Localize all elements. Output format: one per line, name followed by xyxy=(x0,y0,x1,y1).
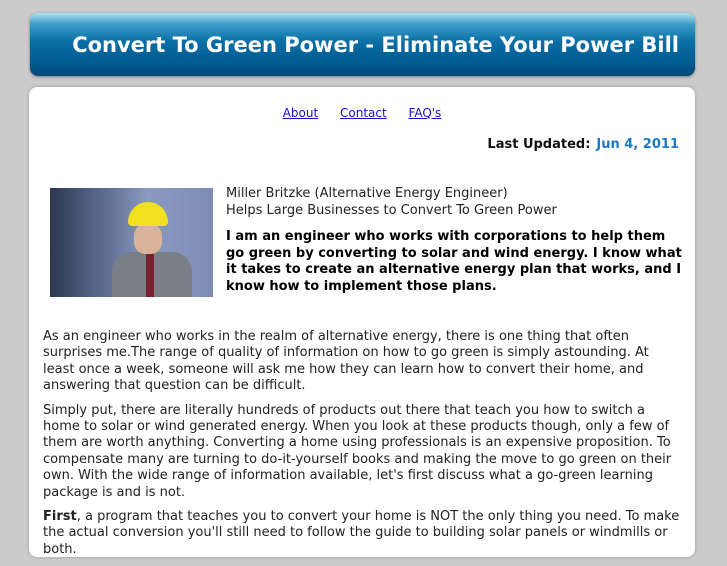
site-header: Convert To Green Power - Eliminate Your … xyxy=(30,13,695,76)
article-body: As an engineer who works in the realm of… xyxy=(43,329,683,566)
author-name: Miller Britzke (Alternative Energy Engin… xyxy=(226,186,508,201)
engineer-photo xyxy=(50,188,213,297)
nav-contact-link[interactable]: Contact xyxy=(340,106,387,120)
author-intro: I am an engineer who works with corporat… xyxy=(226,229,682,294)
author-tagline: Helps Large Businesses to Convert To Gre… xyxy=(226,202,557,218)
paragraph-text: , a program that teaches you to convert … xyxy=(43,509,680,557)
content-panel: About Contact FAQ's Last Updated: Jun 4, … xyxy=(29,87,695,557)
paragraph: First, a program that teaches you to con… xyxy=(43,509,683,558)
last-updated-label: Last Updated: xyxy=(487,137,591,152)
nav-links: About Contact FAQ's xyxy=(29,106,695,120)
author-bio: Miller Britzke (Alternative Energy Engin… xyxy=(226,186,686,295)
nav-about-link[interactable]: About xyxy=(283,106,318,120)
paragraph: Simply put, there are literally hundreds… xyxy=(43,402,672,500)
paragraph-lead: First xyxy=(43,509,77,525)
nav-faq-link[interactable]: FAQ's xyxy=(409,106,442,120)
last-updated: Last Updated: Jun 4, 2011 xyxy=(487,137,679,152)
paragraph: As an engineer who works in the realm of… xyxy=(43,329,649,394)
last-updated-date: Jun 4, 2011 xyxy=(596,137,679,152)
site-title: Convert To Green Power - Eliminate Your … xyxy=(72,33,679,57)
